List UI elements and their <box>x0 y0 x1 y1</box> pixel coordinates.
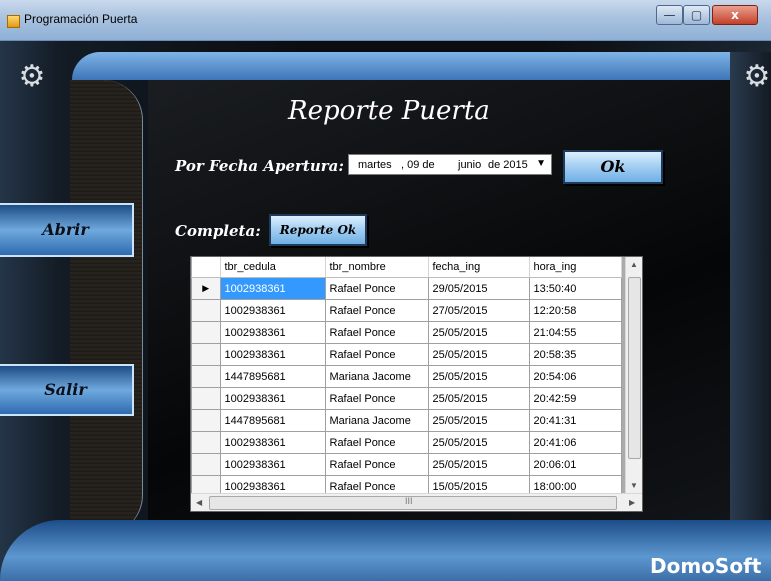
row-header[interactable] <box>191 409 221 432</box>
window-titlebar: Programación Puerta — ▢ x <box>0 0 771 41</box>
left-decor-panel <box>70 80 143 535</box>
table-row[interactable]: 1002938361 Rafael Ponce 25/05/2015 20:41:06 <box>191 431 622 454</box>
table-cell[interactable]: 29/05/2015 <box>427 277 530 300</box>
row-header[interactable] <box>191 321 221 344</box>
date-month: junio <box>458 159 482 171</box>
minimize-button[interactable]: — <box>656 5 683 25</box>
table-row[interactable]: 1002938361 Rafael Ponce 25/05/2015 20:06:01 <box>191 453 622 476</box>
table-row[interactable]: 1002938361 Rafael Ponce 25/05/2015 21:04:55 <box>191 321 622 344</box>
row-header[interactable] <box>191 365 221 388</box>
table-cell[interactable]: 27/05/2015 <box>427 299 530 322</box>
date-weekday: martes <box>358 159 392 171</box>
table-cell[interactable]: 25/05/2015 <box>427 365 530 388</box>
table-row[interactable]: 1002938361 Rafael Ponce 25/05/2015 20:58:35 <box>191 343 622 366</box>
table-cell[interactable]: 12:20:58 <box>528 299 622 322</box>
report-ok-button[interactable]: Reporte Ok <box>269 214 367 246</box>
table-cell[interactable]: 1002938361 <box>219 277 326 300</box>
table-cell[interactable]: Mariana Jacome <box>324 365 429 388</box>
column-header-tbr-cedula[interactable]: tbr_cedula <box>220 257 326 278</box>
table-cell[interactable]: Rafael Ponce <box>324 277 429 300</box>
horizontal-scrollbar[interactable]: ◀ III ▶ <box>191 493 642 511</box>
column-header-hora-ing[interactable]: hora_ing <box>529 257 622 278</box>
scroll-grip: III <box>405 496 413 506</box>
report-table: tbr_cedula tbr_nombre fecha_ing hora_ing… <box>191 257 622 498</box>
table-cell[interactable]: Rafael Ponce <box>324 343 429 366</box>
date-filter-label: Por Fecha Apertura: <box>175 157 344 175</box>
window-title: Programación Puerta <box>24 12 138 26</box>
vertical-scrollbar[interactable]: ▲ ▼ <box>625 257 642 495</box>
table-cell[interactable]: 21:04:55 <box>528 321 622 344</box>
table-cell[interactable]: 20:58:35 <box>528 343 622 366</box>
table-row[interactable]: 1447895681 Mariana Jacome 25/05/2015 20:54:… <box>191 365 622 388</box>
table-cell[interactable]: 20:42:59 <box>528 387 622 410</box>
row-header[interactable] <box>191 431 221 454</box>
column-header-fecha-ing[interactable]: fecha_ing <box>428 257 530 278</box>
table-cell[interactable]: Rafael Ponce <box>324 453 429 476</box>
table-cell[interactable]: 1002938361 <box>219 321 326 344</box>
table-cell[interactable]: 25/05/2015 <box>427 409 530 432</box>
maximize-button[interactable]: ▢ <box>683 5 710 25</box>
table-row[interactable]: 1447895681 Mariana Jacome 25/05/2015 20:41:… <box>191 409 622 432</box>
date-picker[interactable]: martes , 09 de junio de 2015 ▼ <box>348 154 552 175</box>
table-cell[interactable]: 1447895681 <box>219 365 326 388</box>
table-cell[interactable]: 25/05/2015 <box>427 343 530 366</box>
table-cell[interactable]: 1002938361 <box>219 387 326 410</box>
table-cell[interactable]: Rafael Ponce <box>324 321 429 344</box>
exit-button[interactable]: Salir <box>0 364 134 416</box>
table-cell[interactable]: 25/05/2015 <box>427 387 530 410</box>
gear-icon: ⚙ <box>18 59 46 94</box>
scroll-left-icon[interactable]: ◀ <box>196 498 202 507</box>
close-button[interactable]: x <box>712 5 758 25</box>
table-cell[interactable]: Rafael Ponce <box>324 431 429 454</box>
table-cell[interactable]: 1002938361 <box>219 343 326 366</box>
horizontal-scroll-thumb[interactable]: III <box>209 496 617 510</box>
row-header[interactable]: ▶ <box>191 277 221 300</box>
table-cell[interactable]: Mariana Jacome <box>324 409 429 432</box>
open-button[interactable]: Abrir <box>0 203 134 257</box>
page-title: Reporte Puerta <box>288 96 490 126</box>
header-row: tbr_cedula tbr_nombre fecha_ing hora_ing <box>191 257 622 278</box>
table-cell[interactable]: 20:41:06 <box>528 431 622 454</box>
table-cell[interactable]: 1447895681 <box>219 409 326 432</box>
table-cell[interactable]: 1002938361 <box>219 299 326 322</box>
table-cell[interactable]: 1002938361 <box>219 453 326 476</box>
complete-label: Completa: <box>175 222 261 240</box>
top-band <box>72 52 732 80</box>
row-header[interactable] <box>191 387 221 410</box>
table-cell[interactable]: 25/05/2015 <box>427 321 530 344</box>
table-row[interactable]: 1002938361 Rafael Ponce 25/05/2015 20:42:59 <box>191 387 622 410</box>
right-strip <box>730 52 771 552</box>
table-cell[interactable]: 25/05/2015 <box>427 431 530 454</box>
table-cell[interactable]: Rafael Ponce <box>324 387 429 410</box>
scroll-down-icon[interactable]: ▼ <box>630 481 638 490</box>
scroll-up-icon[interactable]: ▲ <box>630 260 638 269</box>
app-icon <box>7 15 20 28</box>
chevron-down-icon[interactable]: ▼ <box>536 158 546 169</box>
table-cell[interactable]: 13:50:40 <box>528 277 622 300</box>
row-header-corner <box>191 257 221 278</box>
vertical-scroll-thumb[interactable] <box>628 277 641 459</box>
table-cell[interactable]: Rafael Ponce <box>324 299 429 322</box>
date-day: , 09 de <box>401 159 435 171</box>
date-year: de 2015 <box>488 159 528 171</box>
table-row[interactable]: 1002938361 Rafael Ponce 27/05/2015 12:20:58 <box>191 299 622 322</box>
gear-icon: ⚙ <box>743 59 771 94</box>
table-cell[interactable]: 20:41:31 <box>528 409 622 432</box>
table-cell[interactable]: 20:54:06 <box>528 365 622 388</box>
brand-logo: DomoSoft <box>650 554 762 578</box>
table-cell[interactable]: 20:06:01 <box>528 453 622 476</box>
row-header[interactable] <box>191 299 221 322</box>
ok-button[interactable]: Ok <box>563 150 663 184</box>
column-header-tbr-nombre[interactable]: tbr_nombre <box>325 257 429 278</box>
scroll-right-icon[interactable]: ▶ <box>629 498 635 507</box>
row-header[interactable] <box>191 343 221 366</box>
report-grid[interactable]: tbr_cedula tbr_nombre fecha_ing hora_ing… <box>190 256 643 512</box>
table-cell[interactable]: 25/05/2015 <box>427 453 530 476</box>
table-cell[interactable]: 1002938361 <box>219 431 326 454</box>
row-header[interactable] <box>191 453 221 476</box>
table-row[interactable]: ▶ 1002938361 Rafael Ponce 29/05/2015 13:50:4… <box>191 277 622 300</box>
